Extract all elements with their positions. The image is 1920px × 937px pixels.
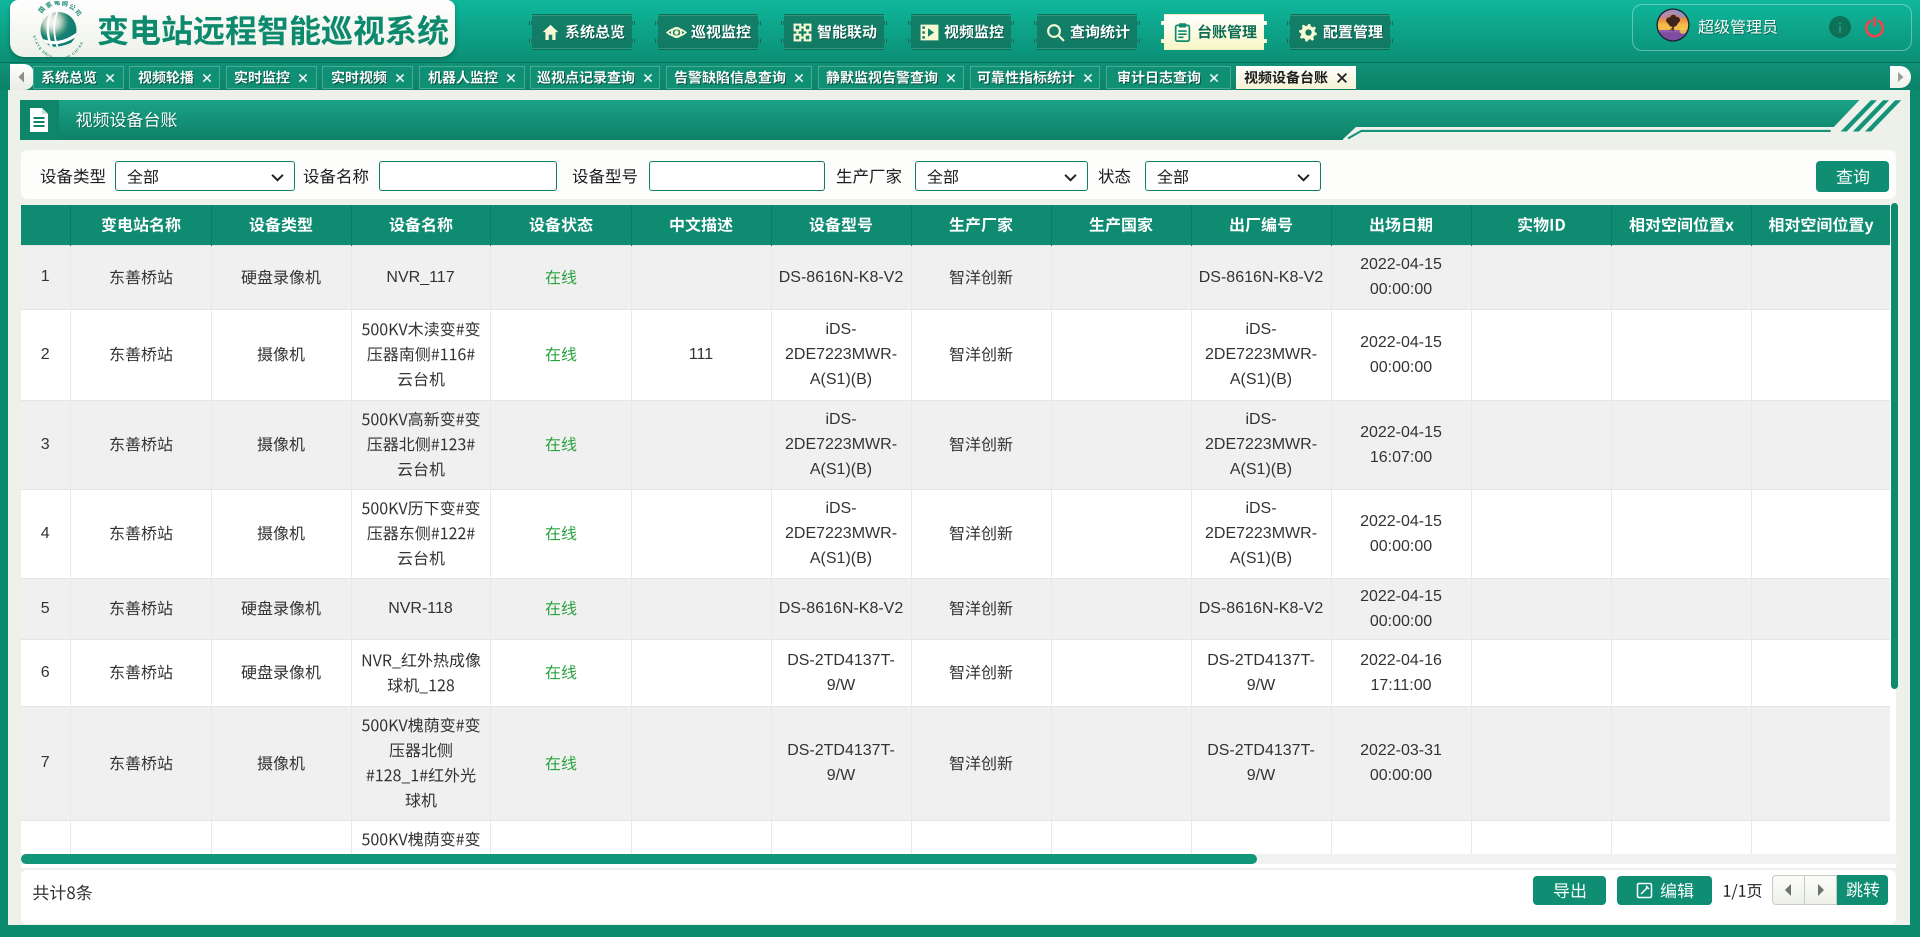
- svg-text:i: i: [1838, 21, 1842, 37]
- svg-text:A: A: [79, 41, 84, 46]
